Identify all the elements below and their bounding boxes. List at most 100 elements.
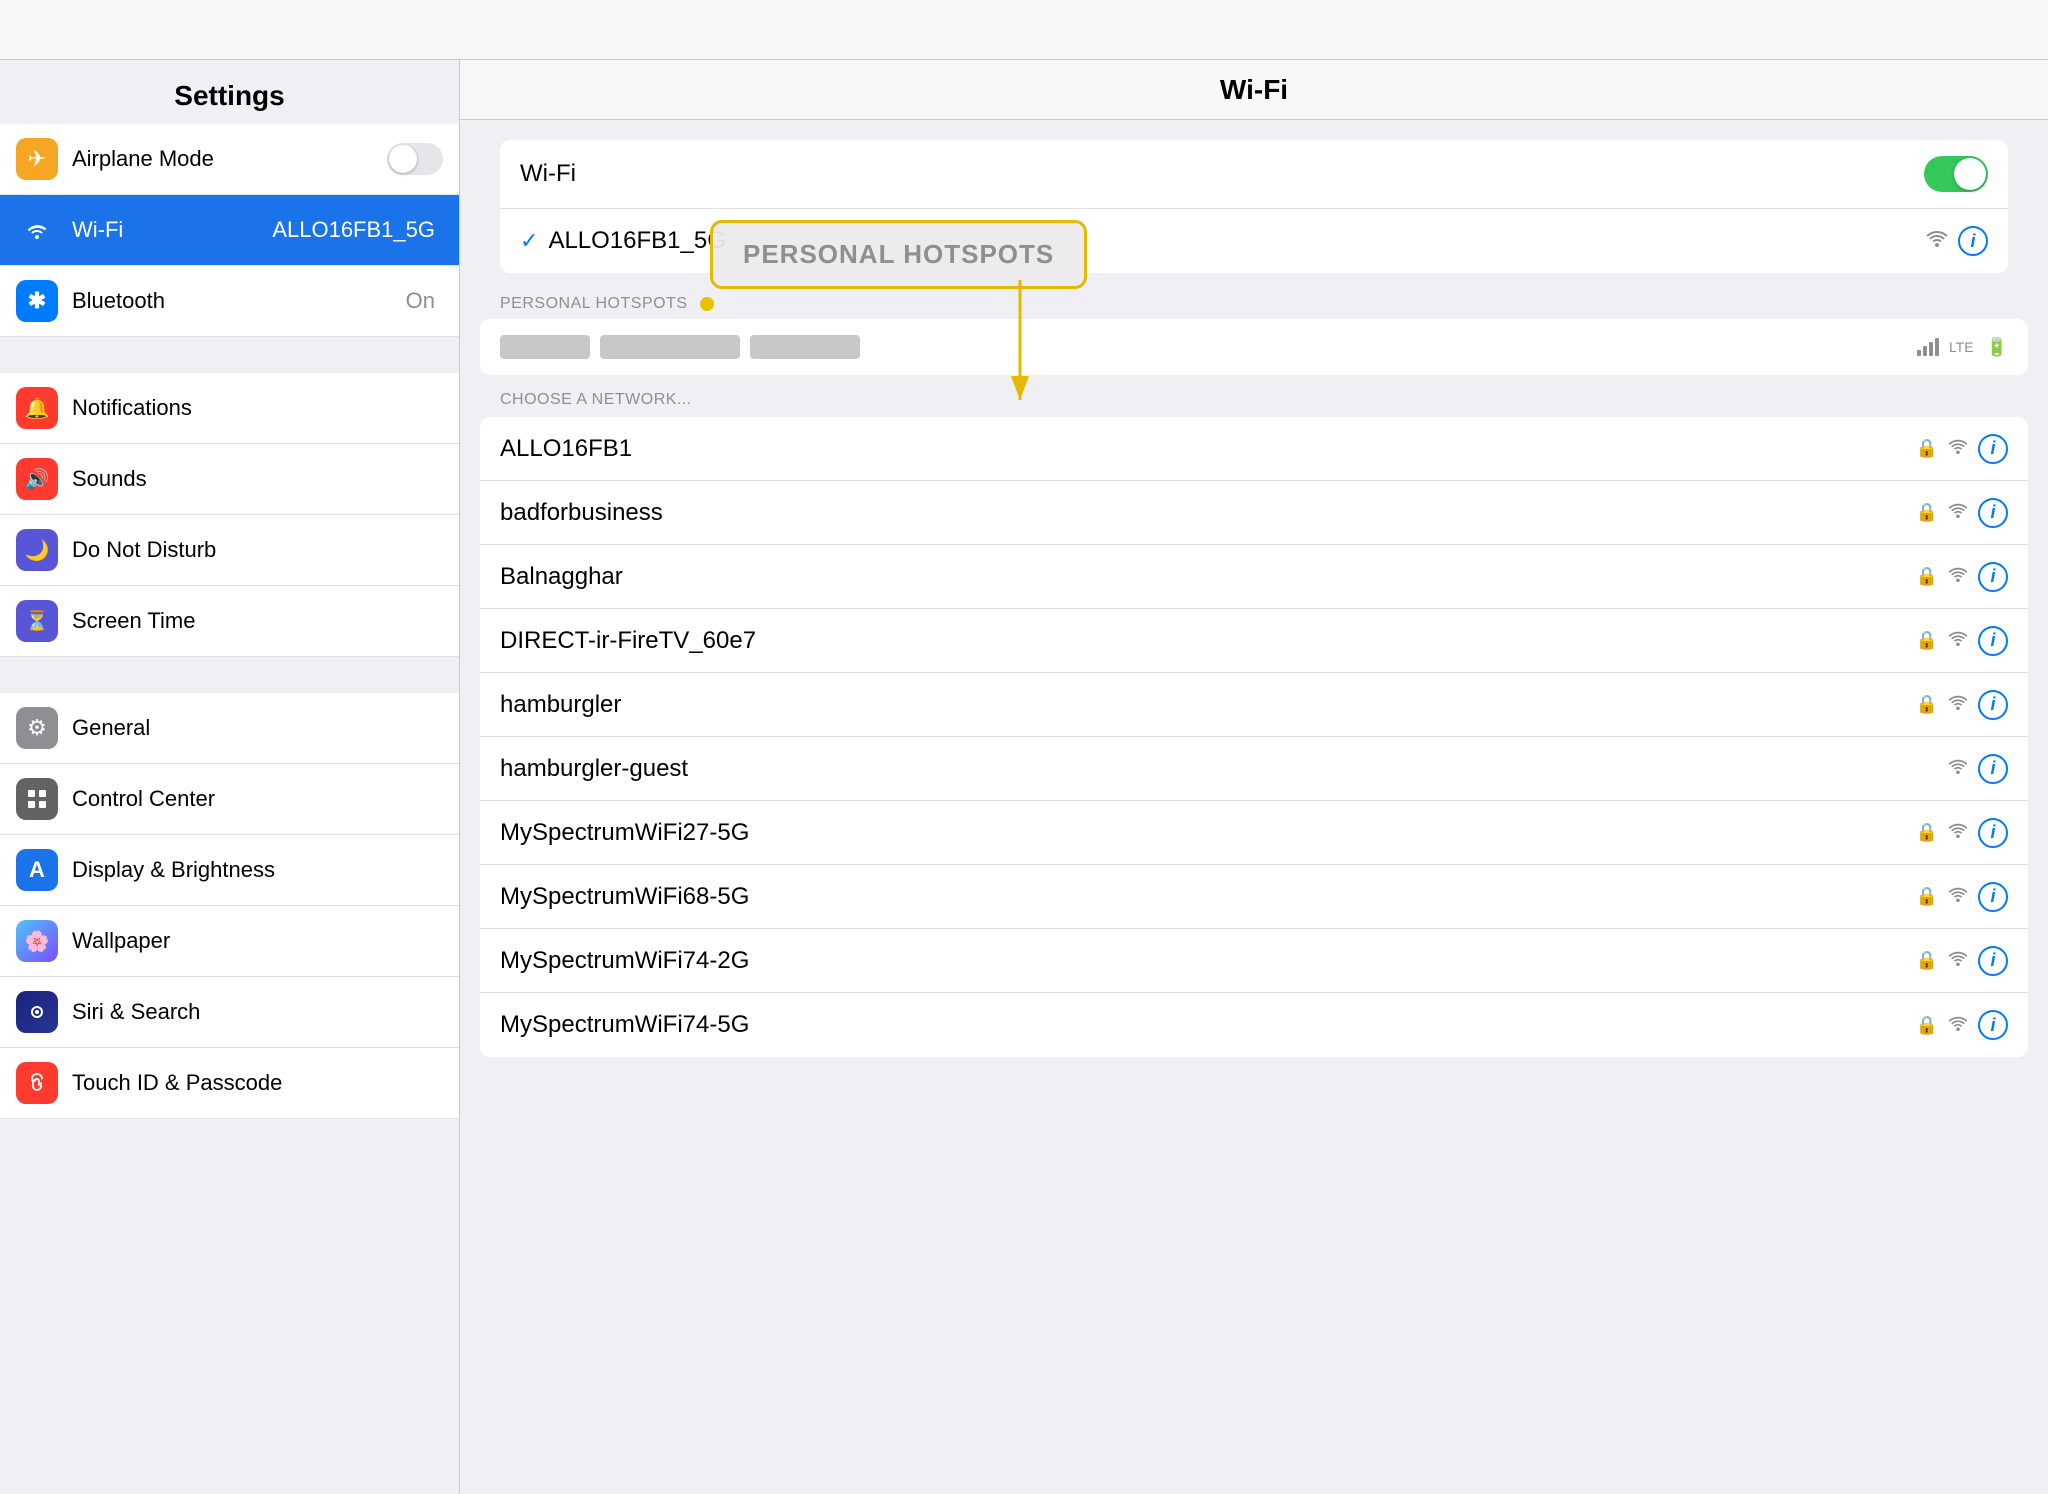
- network-name-8: MySpectrumWiFi74-2G: [500, 947, 1916, 975]
- network-row-3[interactable]: DIRECT-ir-FireTV_60e7 🔒 i: [480, 609, 2028, 673]
- network-row-9[interactable]: MySpectrumWiFi74-5G 🔒 i: [480, 993, 2028, 1057]
- info-btn-7[interactable]: i: [1978, 882, 2008, 912]
- lte-label: LTE: [1949, 339, 1974, 355]
- network-name-0: ALLO16FB1: [500, 435, 1916, 463]
- info-btn-4[interactable]: i: [1978, 690, 2008, 720]
- personal-hotspots-callout-text: PERSONAL HOTSPOTS: [743, 239, 1054, 269]
- sidebar-item-sounds[interactable]: 🔊 Sounds: [0, 444, 459, 515]
- screen-time-label: Screen Time: [72, 608, 443, 634]
- network-name-5: hamburgler-guest: [500, 755, 1948, 783]
- wifi-signal-3: [1948, 629, 1968, 652]
- network-row-4[interactable]: hamburgler 🔒 i: [480, 673, 2028, 737]
- info-btn-2[interactable]: i: [1978, 562, 2008, 592]
- content-title: Wi-Fi: [1220, 74, 1288, 106]
- sidebar-item-notifications[interactable]: 🔔 Notifications: [0, 373, 459, 444]
- sidebar-section-2: 🔔 Notifications 🔊 Sounds 🌙 Do Not Distur…: [0, 373, 459, 657]
- network-name-2: Balnagghar: [500, 563, 1916, 591]
- sidebar-item-general[interactable]: ⚙ General: [0, 693, 459, 764]
- blur-block-2: [600, 335, 740, 359]
- lock-icon-0: 🔒: [1916, 438, 1938, 459]
- sounds-icon: 🔊: [16, 458, 58, 500]
- sidebar-item-screen-time[interactable]: ⏳ Screen Time: [0, 586, 459, 657]
- wifi-label: Wi-Fi: [72, 217, 272, 243]
- airplane-mode-label: Airplane Mode: [72, 146, 387, 172]
- notifications-label: Notifications: [72, 395, 443, 421]
- wifi-signal-4: [1948, 693, 1968, 716]
- network-row-6[interactable]: MySpectrumWiFi27-5G 🔒 i: [480, 801, 2028, 865]
- top-bar: [0, 0, 2048, 60]
- network-list: ALLO16FB1 🔒 i badforbusiness 🔒: [480, 417, 2028, 1057]
- network-icons-6: 🔒 i: [1916, 818, 2008, 848]
- wifi-signal-5: [1948, 757, 1968, 780]
- blur-block-1: [500, 335, 590, 359]
- sidebar-item-airplane-mode[interactable]: ✈ Airplane Mode: [0, 124, 459, 195]
- bar-2: [1923, 346, 1927, 356]
- blur-block-3: [750, 335, 860, 359]
- screen-time-icon: ⏳: [16, 600, 58, 642]
- lock-icon-2: 🔒: [1916, 566, 1938, 587]
- arrow-svg: [1020, 280, 1220, 410]
- bluetooth-icon: ✱: [16, 280, 58, 322]
- sidebar-item-siri-search[interactable]: Siri & Search: [0, 977, 459, 1048]
- info-btn-1[interactable]: i: [1978, 498, 2008, 528]
- network-name-1: badforbusiness: [500, 499, 1916, 527]
- info-btn-6[interactable]: i: [1978, 818, 2008, 848]
- wifi-toggle[interactable]: [1924, 156, 1988, 192]
- network-row-8[interactable]: MySpectrumWiFi74-2G 🔒 i: [480, 929, 2028, 993]
- sidebar-item-control-center[interactable]: Control Center: [0, 764, 459, 835]
- hotspot-device-row: LTE 🔋: [480, 319, 2028, 375]
- choose-network-label: CHOOSE A NETWORK...: [460, 375, 2048, 417]
- wifi-row-label: Wi-Fi: [520, 160, 1924, 188]
- network-icons-4: 🔒 i: [1916, 690, 2008, 720]
- airplane-mode-icon: ✈: [16, 138, 58, 180]
- sidebar-item-touch-id[interactable]: Touch ID & Passcode: [0, 1048, 459, 1119]
- network-row-2[interactable]: Balnagghar 🔒 i: [480, 545, 2028, 609]
- content-wrapper: Wi-Fi ✓ ALLO16FB1_5G: [460, 140, 2048, 1057]
- sidebar-item-do-not-disturb[interactable]: 🌙 Do Not Disturb: [0, 515, 459, 586]
- wallpaper-label: Wallpaper: [72, 928, 443, 954]
- network-name-3: DIRECT-ir-FireTV_60e7: [500, 627, 1916, 655]
- network-row-0[interactable]: ALLO16FB1 🔒 i: [480, 417, 2028, 481]
- airplane-mode-toggle-knob: [389, 145, 417, 173]
- lock-icon-6: 🔒: [1916, 822, 1938, 843]
- wifi-signal-0: [1948, 437, 1968, 460]
- network-row-7[interactable]: MySpectrumWiFi68-5G 🔒 i: [480, 865, 2028, 929]
- sidebar-item-display-brightness[interactable]: A Display & Brightness: [0, 835, 459, 906]
- sidebar-item-wallpaper[interactable]: 🌸 Wallpaper: [0, 906, 459, 977]
- separator-1: [0, 337, 459, 373]
- network-icons-1: 🔒 i: [1916, 498, 2008, 528]
- network-row-1[interactable]: badforbusiness 🔒 i: [480, 481, 2028, 545]
- bluetooth-value: On: [406, 288, 435, 314]
- info-btn-8[interactable]: i: [1978, 946, 2008, 976]
- wifi-toggle-row[interactable]: Wi-Fi: [500, 140, 2008, 209]
- sidebar-item-bluetooth[interactable]: ✱ Bluetooth On: [0, 266, 459, 337]
- bluetooth-label: Bluetooth: [72, 288, 406, 314]
- hotspot-device-status: LTE 🔋: [1917, 337, 2008, 358]
- info-btn-5[interactable]: i: [1978, 754, 2008, 784]
- network-icons-2: 🔒 i: [1916, 562, 2008, 592]
- personal-hotspots-callout-container: PERSONAL HOTSPOTS: [710, 220, 1087, 289]
- display-icon: A: [16, 849, 58, 891]
- connected-network-info-btn[interactable]: i: [1958, 226, 1988, 256]
- bar-3: [1929, 342, 1933, 356]
- network-icons-9: 🔒 i: [1916, 1010, 2008, 1040]
- content-pane: Wi-Fi Wi-Fi ✓ ALLO16FB1_5G: [460, 60, 2048, 1494]
- lock-icon-9: 🔒: [1916, 1015, 1938, 1036]
- info-btn-3[interactable]: i: [1978, 626, 2008, 656]
- sidebar-item-wifi[interactable]: Wi-Fi ALLO16FB1_5G: [0, 195, 459, 266]
- airplane-mode-toggle[interactable]: [387, 143, 443, 175]
- info-btn-9[interactable]: i: [1978, 1010, 2008, 1040]
- general-label: General: [72, 715, 443, 741]
- network-name-4: hamburgler: [500, 691, 1916, 719]
- personal-hotspots-callout-box: PERSONAL HOTSPOTS: [710, 220, 1087, 289]
- connected-wifi-icon: [1926, 229, 1948, 253]
- wifi-toggle-knob: [1954, 158, 1986, 190]
- personal-hotspots-label-text: PERSONAL HOTSPOTS: [500, 295, 688, 312]
- network-name-6: MySpectrumWiFi27-5G: [500, 819, 1916, 847]
- main-layout: Settings ✈ Airplane Mode Wi: [0, 60, 2048, 1494]
- display-brightness-label: Display & Brightness: [72, 857, 443, 883]
- info-btn-0[interactable]: i: [1978, 434, 2008, 464]
- checkmark-icon: ✓: [520, 228, 538, 254]
- network-row-5[interactable]: hamburgler-guest i: [480, 737, 2028, 801]
- network-name-7: MySpectrumWiFi68-5G: [500, 883, 1916, 911]
